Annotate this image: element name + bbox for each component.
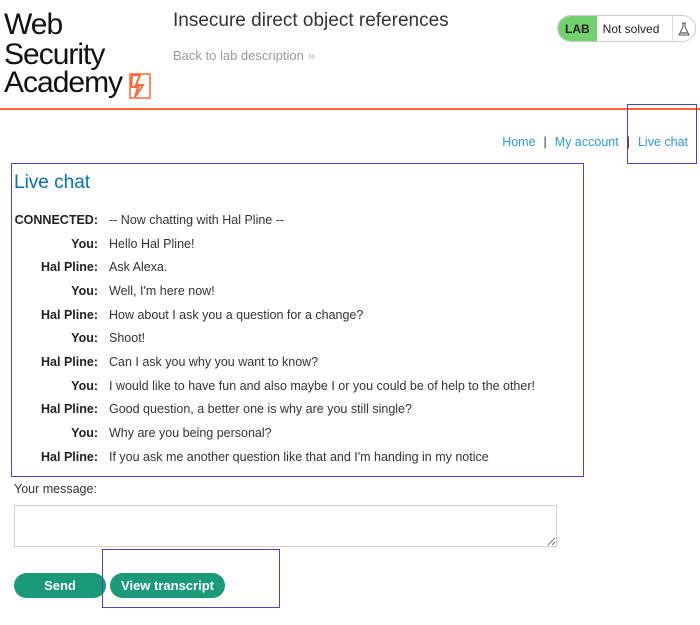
chat-message: Ask Alexa. bbox=[109, 260, 168, 275]
nav-separator: | bbox=[626, 135, 630, 149]
chat-sender: Hal Pline: bbox=[41, 260, 98, 275]
chat-message: -- Now chatting with Hal Pline -- bbox=[109, 212, 285, 227]
chat-row: You: Hello Hal Pline! bbox=[14, 232, 574, 256]
header-divider bbox=[0, 108, 700, 110]
chat-sender: You: bbox=[71, 236, 98, 251]
chat-message: Shoot! bbox=[109, 331, 146, 346]
nav-separator: | bbox=[543, 135, 547, 149]
view-transcript-button[interactable]: View transcript bbox=[110, 573, 225, 598]
chat-row: You: Well, I'm here now! bbox=[14, 279, 574, 303]
chat-message: Can I ask you why you want to know? bbox=[109, 354, 319, 369]
lab-status-widget: LAB Not solved bbox=[557, 15, 696, 42]
back-link-label: Back to lab description bbox=[173, 48, 304, 63]
chat-message: Good question, a better one is why are y… bbox=[109, 402, 412, 417]
chat-message: Hello Hal Pline! bbox=[109, 236, 195, 251]
chat-sender: You: bbox=[71, 426, 98, 441]
chat-message: Why are you being personal? bbox=[109, 426, 272, 441]
chat-sender: CONNECTED: bbox=[14, 212, 98, 227]
message-label: Your message: bbox=[14, 482, 97, 496]
double-chevron-right-icon: » bbox=[307, 48, 316, 63]
chat-row: Hal Pline: Can I ask you why you want to … bbox=[14, 350, 574, 374]
chat-row: You: Shoot! bbox=[14, 326, 574, 350]
lab-title: Insecure direct object references bbox=[173, 10, 449, 31]
chat-sender: Hal Pline: bbox=[41, 449, 98, 464]
chat-row: You: Why are you being personal? bbox=[14, 421, 574, 445]
logo-line2: Academy bbox=[4, 66, 123, 99]
chat-message: I would like to have fun and also maybe … bbox=[109, 378, 535, 393]
chat-sender: You: bbox=[71, 283, 98, 298]
chat-sender: Hal Pline: bbox=[41, 402, 98, 417]
chat-row: CONNECTED: -- Now chatting with Hal Pline… bbox=[14, 208, 574, 232]
chat-transcript: CONNECTED: -- Now chatting with Hal Pline… bbox=[14, 208, 574, 469]
chat-row: Hal Pline: How about I ask you a question… bbox=[14, 303, 574, 327]
chat-row: Hal Pline: Good question, a better one is… bbox=[14, 398, 574, 422]
chat-row: Hal Pline: If you ask me another question… bbox=[14, 445, 574, 469]
nav-live-chat-link[interactable]: Live chat bbox=[638, 135, 688, 149]
live-chat-highlight-box bbox=[627, 104, 697, 164]
chat-row: You: I would like to have fun and also ma… bbox=[14, 374, 574, 398]
send-button[interactable]: Send bbox=[14, 573, 106, 598]
lab-badge: LAB bbox=[558, 16, 597, 41]
chat-message: If you ask me another question like that… bbox=[109, 449, 489, 464]
chat-sender: You: bbox=[71, 378, 98, 393]
lab-status-text: Not solved bbox=[602, 21, 660, 36]
chat-message: How about I ask you a question for a cha… bbox=[109, 307, 364, 322]
chat-row: Hal Pline: Ask Alexa. bbox=[14, 255, 574, 279]
logo-line1: Web Security bbox=[4, 8, 105, 71]
chat-sender: You: bbox=[71, 331, 98, 346]
nav-my-account-link[interactable]: My account bbox=[555, 135, 619, 149]
top-nav: Home | My account | Live chat bbox=[502, 135, 688, 149]
nav-home-link[interactable]: Home bbox=[502, 135, 535, 149]
web-security-academy-logo[interactable]: Web Security Academy bbox=[4, 10, 164, 103]
back-to-lab-description-link[interactable]: Back to lab description» bbox=[173, 48, 315, 63]
chat-title: Live chat bbox=[14, 172, 91, 193]
chat-sender: Hal Pline: bbox=[41, 354, 98, 369]
lightning-bolt-icon bbox=[128, 73, 151, 103]
message-textarea[interactable] bbox=[14, 505, 557, 547]
chat-sender: Hal Pline: bbox=[41, 307, 98, 322]
flask-icon bbox=[672, 16, 695, 41]
chat-message: Well, I'm here now! bbox=[109, 283, 215, 298]
